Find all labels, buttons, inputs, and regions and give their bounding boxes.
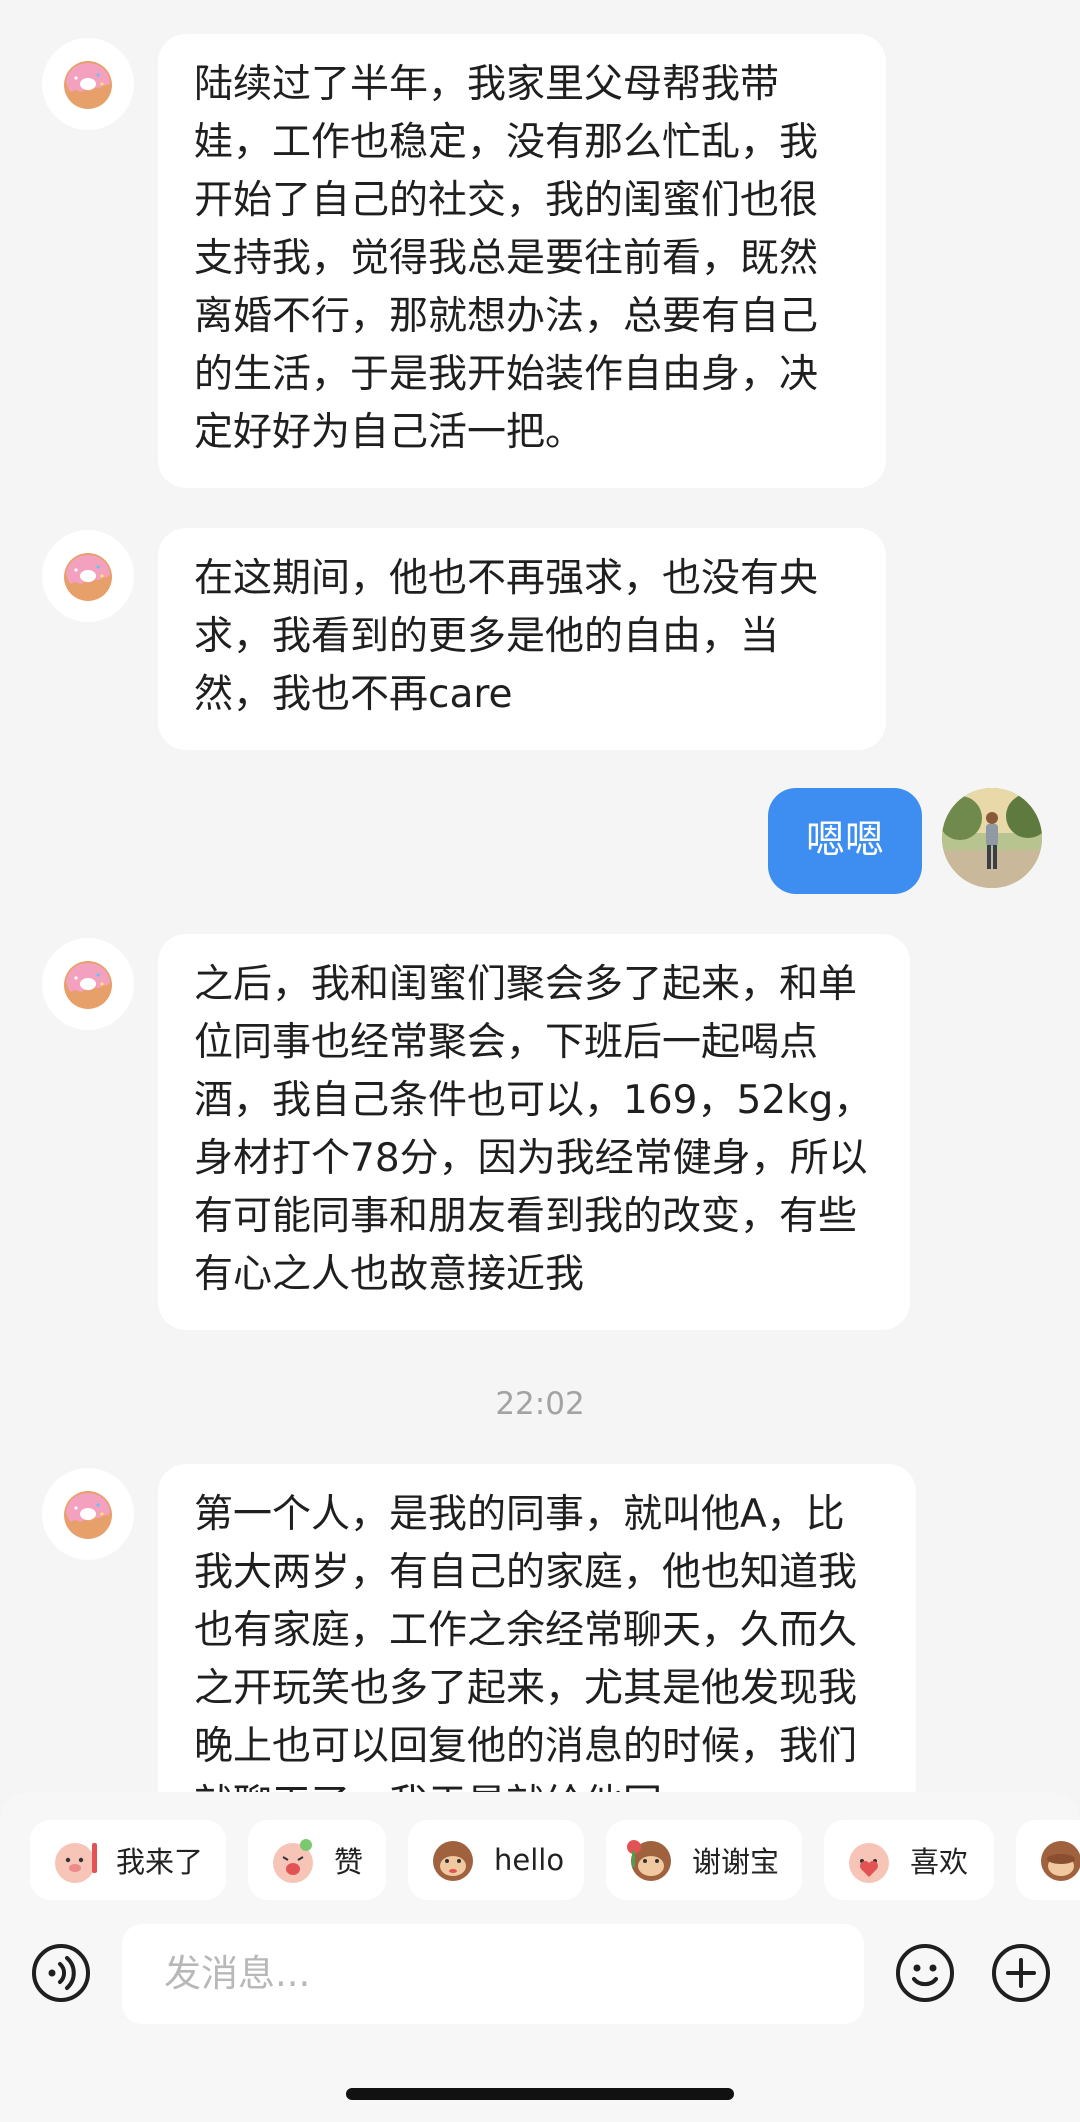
sticker-suggestion[interactable]: 谢谢宝 <box>606 1820 802 1900</box>
home-indicator <box>346 2088 734 2100</box>
timestamp: 22:02 <box>495 1386 585 1422</box>
user-avatar[interactable] <box>942 788 1042 888</box>
message-bubble[interactable]: 之后，我和闺蜜们聚会多了起来，和单位同事也经常聚会，下班后一起喝点酒，我自己条件… <box>158 934 910 1330</box>
person-photo-icon <box>942 788 1042 888</box>
sticker-label: 赞 <box>334 1845 364 1879</box>
message-input-placeholder: 发消息... <box>164 1952 311 1995</box>
message-text: 陆续过了半年，我家里父母帮我带娃，工作也稳定，没有那么忙乱，我开始了自己的社交，… <box>194 62 819 455</box>
sticker-suggestion[interactable]: 赞 <box>248 1820 386 1900</box>
voice-input-icon[interactable] <box>30 1942 92 2004</box>
donut-icon <box>64 553 112 601</box>
message-bubble-self[interactable]: 嗯嗯 <box>768 788 922 894</box>
donut-avatar[interactable] <box>42 938 134 1030</box>
donut-avatar[interactable] <box>42 1468 134 1560</box>
donut-icon <box>64 1491 112 1539</box>
sticker-suggestion[interactable]: hello <box>408 1820 584 1900</box>
message-bubble[interactable]: 陆续过了半年，我家里父母帮我带娃，工作也稳定，没有那么忙乱，我开始了自己的社交，… <box>158 34 886 488</box>
sticker-monkey-cover-icon <box>1041 1841 1080 1881</box>
emoji-icon[interactable] <box>894 1942 956 2004</box>
sticker-suggestion[interactable]: 喜欢 <box>824 1820 994 1900</box>
message-input[interactable]: 发消息... <box>122 1924 864 2024</box>
message-text: 第一个人，是我的同事，就叫他A，比我大两岁，有自己的家庭，他也知道我也有家庭，工… <box>194 1492 858 1827</box>
sticker-pig-love-icon <box>849 1843 889 1883</box>
message-bubble[interactable]: 第一个人，是我的同事，就叫他A，比我大两岁，有自己的家庭，他也知道我也有家庭，工… <box>158 1464 916 1844</box>
bottom-panel: 我来了 赞 hello 谢谢宝 喜欢 发消息... <box>0 1792 1080 2122</box>
donut-avatar[interactable] <box>42 38 134 130</box>
sticker-monkey-hello-icon <box>433 1841 473 1881</box>
message-text: 之后，我和闺蜜们聚会多了起来，和单位同事也经常聚会，下班后一起喝点酒，我自己条件… <box>194 962 873 1297</box>
add-icon[interactable] <box>990 1942 1052 2004</box>
sticker-suggestion-bar: 我来了 赞 hello 谢谢宝 喜欢 <box>30 1820 1080 1900</box>
donut-icon <box>64 61 112 109</box>
sticker-label: 喜欢 <box>910 1845 969 1879</box>
sticker-label: hello <box>494 1843 565 1877</box>
sticker-suggestion[interactable]: 我来了 <box>30 1820 226 1900</box>
sticker-pig-cheer-icon <box>273 1839 313 1883</box>
sticker-suggestion-partial[interactable] <box>1016 1820 1080 1900</box>
message-bubble[interactable]: 在这期间，他也不再强求，也没有央求，我看到的更多是他的自由，当然，我也不再car… <box>158 528 886 750</box>
sticker-label: 我来了 <box>116 1845 204 1879</box>
composer: 发消息... <box>0 1924 1080 2024</box>
donut-avatar[interactable] <box>42 530 134 622</box>
message-text: 嗯嗯 <box>805 818 884 863</box>
sticker-label: 谢谢宝 <box>692 1845 780 1879</box>
sticker-pig-wave-icon <box>55 1843 97 1883</box>
donut-icon <box>64 961 112 1009</box>
sticker-monkey-flower-icon <box>627 1840 671 1881</box>
message-text: 在这期间，他也不再强求，也没有央求，我看到的更多是他的自由，当然，我也不再car… <box>194 556 819 717</box>
